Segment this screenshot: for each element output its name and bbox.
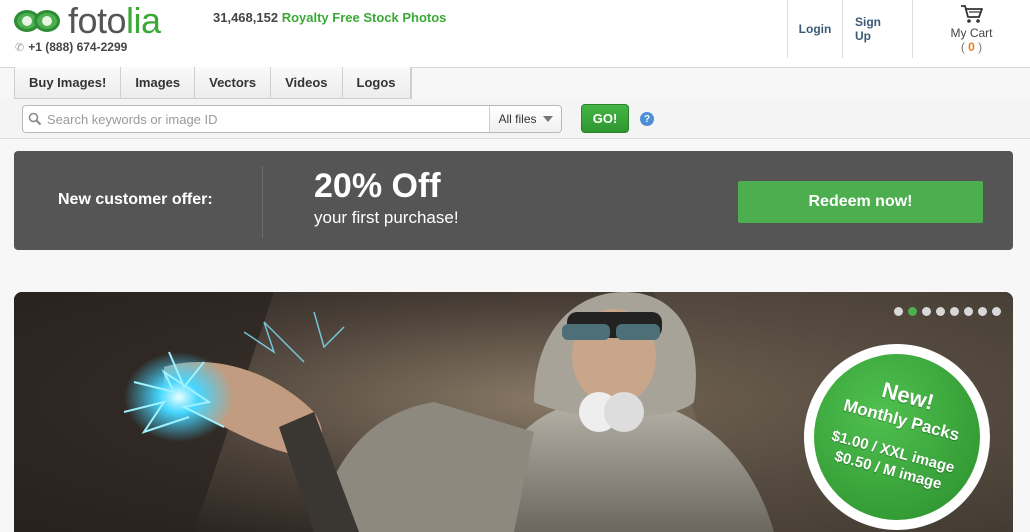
offer-label: New customer offer:: [58, 191, 213, 208]
search-input[interactable]: [47, 106, 489, 132]
chevron-down-icon: [542, 116, 553, 122]
slide-dot[interactable]: [950, 307, 959, 316]
my-cart-link[interactable]: My Cart ( 0 ): [912, 0, 1030, 58]
phone-text: +1 (888) 674-2299: [28, 40, 128, 54]
file-type-value: All files: [498, 112, 537, 126]
search-bar: All files GO! ?: [0, 99, 1030, 139]
slide-dot[interactable]: [964, 307, 973, 316]
fotolia-logo[interactable]: fotolia: [14, 0, 161, 41]
login-link[interactable]: Login: [787, 0, 842, 58]
badge-circle: New! Monthly Packs $1.00 / XXL image $0.…: [814, 354, 980, 520]
redeem-now-button[interactable]: Redeem now!: [738, 181, 983, 223]
account-links: Login Sign Up My Cart ( 0 ): [787, 0, 1030, 58]
slide-dot[interactable]: [992, 307, 1001, 316]
slide-dot[interactable]: [894, 307, 903, 316]
stock-count: 31,468,152 Royalty Free Stock Photos: [213, 10, 446, 25]
hero-slideshow[interactable]: New! Monthly Packs $1.00 / XXL image $0.…: [14, 292, 1013, 532]
phone-icon: ✆: [15, 41, 25, 54]
slide-dot[interactable]: [922, 307, 931, 316]
logo-text: fotolia: [68, 0, 161, 41]
site-header: fotolia ✆ +1 (888) 674-2299 31,468,152 R…: [0, 0, 1030, 68]
offer-divider: [262, 166, 263, 238]
search-icon: [23, 106, 47, 132]
slide-dot[interactable]: [936, 307, 945, 316]
cart-count: ( 0 ): [960, 40, 983, 54]
slide-indicators: [894, 307, 1001, 316]
help-icon[interactable]: ?: [640, 112, 654, 126]
stock-count-label: Royalty Free Stock Photos: [281, 10, 447, 25]
offer-percent: 20% Off: [314, 167, 441, 205]
nav-logos[interactable]: Logos: [342, 67, 411, 98]
slide-dot[interactable]: [978, 307, 987, 316]
signup-link[interactable]: Sign Up: [842, 0, 912, 58]
logo-mark-icon: [14, 8, 62, 34]
monthly-packs-badge[interactable]: New! Monthly Packs $1.00 / XXL image $0.…: [804, 344, 990, 530]
nav-images[interactable]: Images: [121, 67, 196, 98]
nav-buy-images[interactable]: Buy Images!: [15, 67, 122, 98]
offer-subtitle: your first purchase!: [314, 208, 459, 227]
search-box: All files: [22, 105, 562, 133]
go-button[interactable]: GO!: [581, 104, 629, 133]
new-customer-offer-banner: New customer offer: 20% Off your first p…: [14, 151, 1013, 250]
file-type-select[interactable]: All files: [489, 106, 561, 132]
category-nav: Buy Images! Images Vectors Videos Logos: [14, 67, 412, 99]
cart-label: My Cart: [950, 26, 993, 40]
phone-number: ✆ +1 (888) 674-2299: [15, 40, 127, 54]
stock-count-number: 31,468,152: [213, 10, 279, 25]
slide-dot-active[interactable]: [908, 307, 917, 316]
nav-vectors[interactable]: Vectors: [195, 67, 272, 98]
nav-videos[interactable]: Videos: [271, 67, 343, 98]
shopping-cart-icon: [960, 4, 984, 24]
